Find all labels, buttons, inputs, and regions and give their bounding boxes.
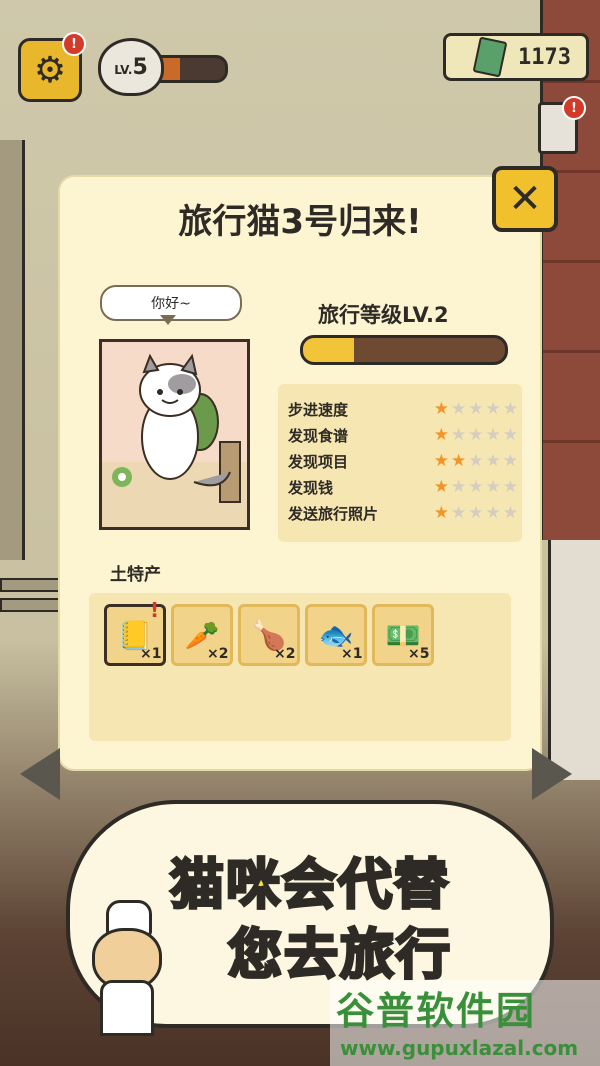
stat-label: 发送旅行照片 — [288, 504, 379, 523]
star-icon: ★ — [485, 398, 501, 419]
star-icon: ★ — [451, 424, 467, 445]
item-count: ×2 — [207, 646, 229, 662]
star-icon: ★ — [468, 450, 484, 471]
star-icon: ★ — [485, 450, 501, 471]
stat-row: 步进速度 ★ ★ ★ ★ ★ — [288, 396, 518, 422]
travel-level-bar — [300, 335, 508, 365]
stat-row: 发现项目 ★ ★ ★ ★ ★ — [288, 448, 518, 474]
star-icon: ★ — [485, 424, 501, 445]
star-rating: ★ ★ ★ ★ ★ — [433, 502, 518, 523]
cat-hiker-illustration — [102, 353, 247, 527]
promo-line-2: 您去旅行 — [227, 922, 452, 988]
star-icon: ★ — [485, 502, 501, 523]
star-icon: ★ — [502, 476, 518, 497]
star-icon: ★ — [451, 450, 467, 471]
star-rating: ★ ★ ★ ★ ★ — [433, 398, 518, 419]
stat-row: 发现钱 ★ ★ ★ ★ ★ — [288, 474, 518, 500]
stat-row: 发现食谱 ★ ★ ★ ★ ★ — [288, 422, 518, 448]
house-wall — [540, 0, 600, 540]
cash-icon — [472, 36, 508, 78]
star-icon: ★ — [433, 424, 449, 445]
watermark-url: www.gupuxlazal.com — [340, 1036, 579, 1060]
close-button[interactable]: ✕ — [492, 166, 558, 232]
item-count: ×2 — [274, 646, 296, 662]
currency-value: 1173 — [518, 44, 571, 70]
travel-stats-panel: 步进速度 ★ ★ ★ ★ ★ 发现食谱 ★ ★ ★ ★ ★ 发现项目 ★ ★ ★ ★ ★ 发现钱 ★ ★ ★ ★ ★ 发送旅行照… — [278, 384, 522, 542]
star-rating: ★ ★ ★ ★ ★ — [433, 476, 518, 497]
item-count: ×5 — [408, 646, 430, 662]
house-base — [548, 540, 600, 780]
item-count: ×1 — [140, 646, 162, 662]
star-rating: ★ ★ ★ ★ ★ — [433, 450, 518, 471]
star-icon: ★ — [502, 450, 518, 471]
stat-label: 发现项目 — [288, 452, 349, 471]
gear-icon: ⚙ — [33, 49, 67, 91]
chef-cat-illustration — [86, 900, 166, 1036]
star-icon: ★ — [468, 398, 484, 419]
travel-level-fill — [303, 338, 354, 362]
player-level: LV.5 — [114, 54, 148, 80]
watermark-name: 谷普软件园 — [336, 989, 537, 1033]
settings-alert-badge: ! — [62, 32, 86, 56]
travel-cat-photo — [99, 339, 250, 530]
star-icon: ★ — [468, 424, 484, 445]
stat-label: 步进速度 — [288, 400, 349, 419]
star-rating: ★ ★ ★ ★ ★ — [433, 424, 518, 445]
star-icon: ★ — [468, 502, 484, 523]
stat-label: 发现食谱 — [288, 426, 349, 445]
item-count: ×1 — [341, 646, 363, 662]
previous-arrow[interactable] — [20, 748, 60, 800]
star-icon: ★ — [451, 502, 467, 523]
clipboard-alert-badge: ! — [562, 96, 586, 120]
star-icon: ★ — [468, 476, 484, 497]
currency-display: 1173 — [443, 33, 589, 81]
stat-row: 发送旅行照片 ★ ★ ★ ★ ★ — [288, 500, 518, 526]
star-icon: ★ — [451, 398, 467, 419]
stat-label: 发现钱 — [288, 478, 334, 497]
star-icon: ★ — [433, 450, 449, 471]
next-arrow[interactable] — [532, 748, 572, 800]
speech-bubble-tail — [160, 315, 176, 325]
star-icon: ★ — [451, 476, 467, 497]
player-level-avatar[interactable]: LV.5 — [98, 38, 164, 96]
star-icon: ★ — [433, 476, 449, 497]
star-icon: ★ — [502, 424, 518, 445]
star-icon: ★ — [502, 398, 518, 419]
specialty-label: 土特产 — [110, 565, 161, 585]
star-icon: ★ — [502, 502, 518, 523]
travel-level-label: 旅行等级LV.2 — [318, 303, 449, 327]
star-icon: ★ — [433, 398, 449, 419]
star-icon: ★ — [433, 502, 449, 523]
close-icon: ✕ — [508, 176, 542, 222]
star-icon: ★ — [485, 476, 501, 497]
item-new-badge: ! — [150, 598, 160, 622]
